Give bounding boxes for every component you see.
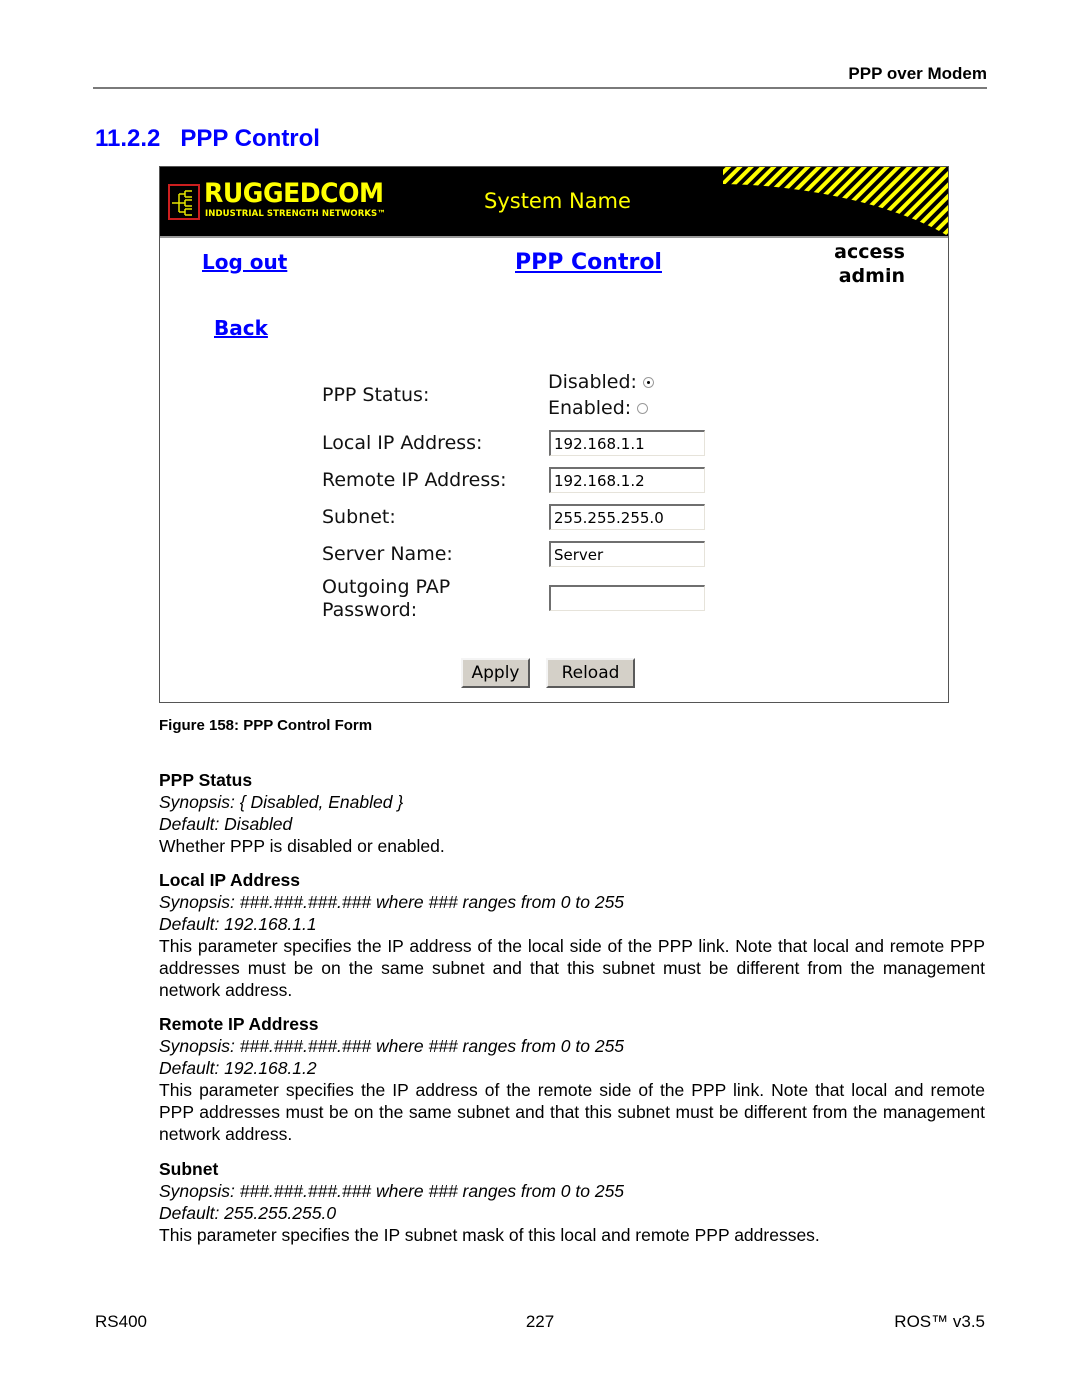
access-indicator: access admin <box>800 240 905 288</box>
running-header: PPP over Modem <box>848 64 987 83</box>
param-default: Default: 192.168.1.2 <box>159 1058 317 1078</box>
pap-password-label-line2: Password: <box>322 599 418 621</box>
pap-password-label-line1: Outgoing PAP <box>322 576 451 598</box>
section-number: 11.2.2 <box>95 125 161 152</box>
ppp-status-label: PPP Status: <box>322 384 430 406</box>
figure-caption: Figure 158: PPP Control Form <box>159 717 373 734</box>
param-remote-ip: Remote IP Address Synopsis: ###.###.###.… <box>159 1013 985 1145</box>
param-default: Default: Disabled <box>159 814 293 834</box>
page-title-link[interactable]: PPP Control <box>515 250 662 275</box>
access-level: admin <box>838 265 905 287</box>
server-name-label: Server Name: <box>322 543 453 565</box>
param-synopsis: Synopsis: ###.###.###.### where ### rang… <box>159 892 625 912</box>
ppp-control-figure: RUGGEDCOM INDUSTRIAL STRENGTH NETWORKS™ … <box>159 166 949 703</box>
local-ip-input[interactable] <box>549 430 705 456</box>
param-local-ip: Local IP Address Synopsis: ###.###.###.#… <box>159 869 985 1001</box>
pap-password-input[interactable] <box>549 585 705 611</box>
pap-password-label: Outgoing PAP Password: <box>322 576 450 622</box>
param-description: This parameter specifies the IP address … <box>159 936 985 1000</box>
ruggedcom-logo-icon <box>168 184 200 220</box>
param-description: This parameter specifies the IP subnet m… <box>159 1225 820 1245</box>
header-divider <box>93 87 987 89</box>
banner-divider <box>160 236 948 238</box>
subnet-label: Subnet: <box>322 506 396 528</box>
remote-ip-input[interactable] <box>549 467 705 493</box>
apply-button[interactable]: Apply <box>461 658 530 688</box>
remote-ip-label: Remote IP Address: <box>322 469 507 491</box>
access-label: access <box>834 241 905 263</box>
ppp-status-disabled-option[interactable]: Disabled: <box>548 371 654 393</box>
server-name-input[interactable] <box>549 541 705 567</box>
ruggedcom-banner: RUGGEDCOM INDUSTRIAL STRENGTH NETWORKS™ … <box>160 167 948 236</box>
enabled-radio-label: Enabled: <box>548 397 632 419</box>
section-title-text: PPP Control <box>180 125 320 152</box>
local-ip-label: Local IP Address: <box>322 432 483 454</box>
section-heading: 11.2.2 PPP Control <box>95 125 320 153</box>
param-synopsis: Synopsis: ###.###.###.### where ### rang… <box>159 1181 625 1201</box>
param-description: This parameter specifies the IP address … <box>159 1080 985 1144</box>
param-default: Default: 192.168.1.1 <box>159 914 317 934</box>
back-link[interactable]: Back <box>214 316 268 340</box>
param-ppp-status: PPP Status Synopsis: { Disabled, Enabled… <box>159 769 985 857</box>
param-title: Local IP Address <box>159 870 301 890</box>
param-title: Subnet <box>159 1159 219 1179</box>
param-synopsis: Synopsis: { Disabled, Enabled } <box>159 792 404 812</box>
disabled-radio[interactable] <box>642 376 654 388</box>
brand-name: RUGGEDCOM <box>204 178 384 209</box>
enabled-radio[interactable] <box>637 402 649 414</box>
param-synopsis: Synopsis: ###.###.###.### where ### rang… <box>159 1036 625 1056</box>
subnet-input[interactable] <box>549 504 705 530</box>
param-description: Whether PPP is disabled or enabled. <box>159 836 445 856</box>
param-title: Remote IP Address <box>159 1014 319 1034</box>
ppp-status-enabled-option[interactable]: Enabled: <box>548 397 649 419</box>
param-title: PPP Status <box>159 770 253 790</box>
param-subnet: Subnet Synopsis: ###.###.###.### where #… <box>159 1158 985 1246</box>
param-default: Default: 255.255.255.0 <box>159 1203 337 1223</box>
disabled-radio-label: Disabled: <box>548 371 637 393</box>
system-name: System Name <box>484 189 631 213</box>
footer-version: ROS™ v3.5 <box>894 1312 985 1331</box>
reload-button[interactable]: Reload <box>546 658 635 688</box>
brand-tagline: INDUSTRIAL STRENGTH NETWORKS™ <box>205 209 386 219</box>
logout-link[interactable]: Log out <box>202 250 287 274</box>
